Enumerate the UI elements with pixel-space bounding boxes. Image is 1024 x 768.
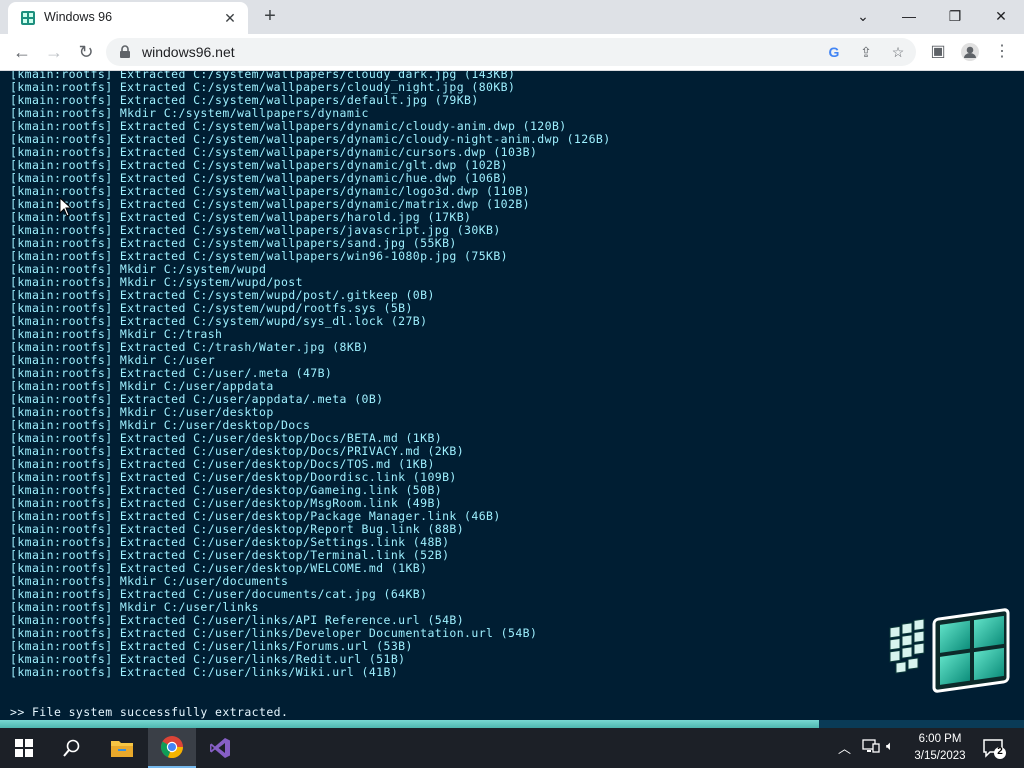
mouse-pointer-icon: [59, 197, 73, 217]
boot-log: [kmain:rootfs] Extracted C:/system/wallp…: [10, 71, 611, 679]
start-icon: [15, 739, 33, 757]
log-line: [kmain:rootfs] Extracted C:/user/links/W…: [10, 665, 399, 679]
forward-arrow-icon[interactable]: →: [40, 38, 68, 66]
taskbar-visual-studio[interactable]: [196, 728, 244, 768]
close-window-button[interactable]: ✕: [978, 2, 1024, 30]
browser-toolbar: ← → ↻ windows96.net G ⇪ ☆ ▣ ⋮: [0, 34, 1024, 71]
tab-close-icon[interactable]: ✕: [220, 8, 240, 28]
address-bar[interactable]: windows96.net G ⇪ ☆: [106, 38, 916, 66]
start-button[interactable]: [0, 728, 48, 768]
tab-title: Windows 96: [44, 10, 113, 24]
clock-time: 6:00 PM: [918, 733, 962, 745]
side-panel-icon[interactable]: ▣: [926, 40, 950, 64]
chrome-menu-icon[interactable]: ⋮: [990, 40, 1014, 64]
lock-icon[interactable]: [118, 45, 132, 59]
new-tab-button[interactable]: +: [258, 5, 282, 29]
notification-count: 2: [997, 746, 1003, 757]
bookmark-star-icon[interactable]: ☆: [888, 42, 908, 62]
notification-center-button[interactable]: 2: [980, 734, 1008, 762]
profile-avatar-icon[interactable]: [958, 40, 982, 64]
restore-button[interactable]: ❐: [932, 2, 978, 30]
taskbar: ︿ 🔈︎ 6:00 PM 3/15/2023 2: [0, 728, 1024, 768]
search-icon: [63, 739, 80, 757]
windows96-favicon-icon: [21, 11, 35, 25]
tab-windows96[interactable]: Windows 96 ✕: [8, 2, 248, 34]
taskbar-file-explorer[interactable]: [98, 728, 146, 768]
windows96-logo-icon: [889, 608, 1010, 693]
minimize-button[interactable]: —: [886, 2, 932, 30]
terminal-page: [kmain:rootfs] Extracted C:/system/wallp…: [0, 71, 1024, 728]
show-hidden-icons-chevron-up-icon[interactable]: ︿: [838, 738, 851, 757]
prompt-line: >> File system successfully extracted.: [10, 705, 289, 719]
taskbar-search-button[interactable]: [48, 728, 96, 768]
network-icon[interactable]: [862, 738, 880, 757]
back-arrow-icon[interactable]: ←: [8, 38, 36, 66]
file-explorer-icon: [111, 741, 133, 757]
tab-strip: Windows 96 ✕ + ⌄ — ❐ ✕: [0, 0, 1024, 34]
share-icon[interactable]: ⇪: [856, 42, 876, 62]
google-translate-icon[interactable]: G: [824, 42, 844, 62]
system-clock[interactable]: 6:00 PM 3/15/2023: [908, 731, 972, 765]
reload-icon[interactable]: ↻: [72, 38, 100, 66]
url-text: windows96.net: [142, 44, 235, 60]
clock-date: 3/15/2023: [914, 750, 966, 762]
progress-bar: [0, 720, 1024, 728]
volume-icon[interactable]: 🔈︎: [886, 738, 894, 754]
visual-studio-icon: [210, 738, 230, 758]
chrome-icon: [160, 736, 184, 759]
taskbar-chrome[interactable]: [148, 728, 196, 768]
tab-search-chevron-down-icon[interactable]: ⌄: [840, 2, 886, 30]
progress-bar-fill: [0, 720, 820, 728]
